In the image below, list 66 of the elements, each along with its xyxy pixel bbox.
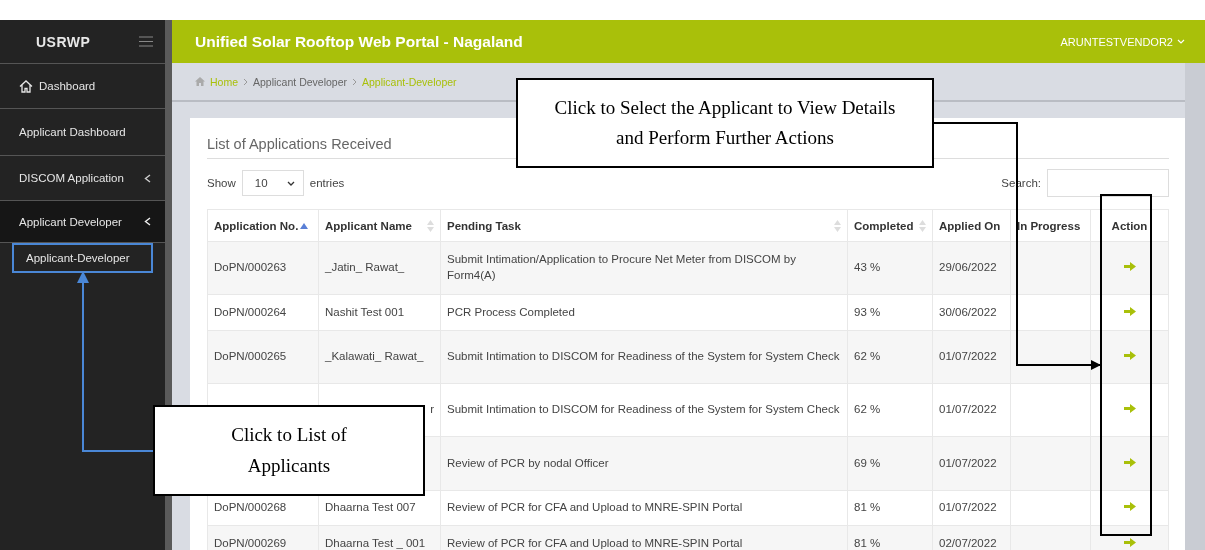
chevron-left-icon: [144, 173, 151, 183]
table-cell: DoPN/000265: [207, 330, 319, 384]
brand-name: USRWP: [36, 33, 91, 50]
search-field[interactable]: [1047, 169, 1169, 197]
arrow-right-icon[interactable]: [1123, 457, 1136, 467]
table-cell: DoPN/000264: [207, 294, 319, 331]
chevron-right-icon: [243, 77, 248, 86]
show-label: Show: [207, 177, 236, 189]
breadcrumb-link[interactable]: Applicant Developer: [253, 75, 347, 88]
entries-label: entries: [309, 177, 345, 189]
chevron-down-icon: [286, 180, 295, 186]
table-cell: Submit Intimation/Application to Procure Net Meter from DISCOM by Form4(A): [440, 241, 848, 295]
arrow-right-icon[interactable]: [1123, 306, 1136, 316]
table-cell: 30/06/2022: [932, 294, 1011, 331]
arrow-right-icon[interactable]: [1123, 262, 1136, 272]
column-header[interactable]: Completed: [847, 209, 933, 242]
home-icon: [195, 77, 205, 86]
table-cell: _Kalawati_ Rawat_: [318, 330, 441, 384]
table-cell: 01/07/2022: [932, 436, 1011, 491]
sort-icon[interactable]: [427, 219, 434, 232]
page-size-select[interactable]: 10: [241, 170, 304, 196]
table-cell: Review of PCR by nodal Officer: [440, 436, 848, 491]
column-header: In Progress: [1010, 209, 1091, 242]
table-cell: 43 %: [847, 241, 933, 295]
sort-icon[interactable]: [919, 219, 926, 232]
callout-box: Click to Select the Applicant to View Details and Perform Further Actions: [516, 78, 934, 168]
table-cell: 69 %: [847, 436, 933, 491]
home-icon: [19, 79, 33, 93]
column-header[interactable]: Applicant Name: [318, 209, 441, 242]
table-cell: Dhaarna Test _ 001: [318, 525, 441, 550]
table-cell: 01/07/2022: [932, 490, 1011, 526]
sidebar-item[interactable]: Applicant Developer: [0, 201, 165, 243]
arrow-right-icon[interactable]: [1123, 502, 1136, 512]
chevron-right-icon: [352, 77, 357, 86]
table-cell: Submit Intimation to DISCOM for Readiness of the System for System Check: [440, 330, 848, 384]
column-header: Action: [1090, 209, 1169, 242]
menu-icon[interactable]: [139, 36, 153, 47]
table-cell: Review of PCR for CFA and Upload to MNRE-SPIN Portal: [440, 525, 848, 550]
table-cell: 93 %: [847, 294, 933, 331]
table-cell: 81 %: [847, 490, 933, 526]
column-header: Applied On: [932, 209, 1011, 242]
portal-title: Unified Solar Rooftop Web Portal - Nagaland: [195, 32, 523, 51]
table-cell: 01/07/2022: [932, 330, 1011, 384]
table-cell: DoPN/000263: [207, 241, 319, 295]
table-cell: 01/07/2022: [932, 383, 1011, 437]
column-header[interactable]: Application No.: [207, 209, 319, 242]
table-cell: Nashit Test 001: [318, 294, 441, 331]
sort-ascending-icon[interactable]: [300, 221, 309, 230]
arrow-right-icon[interactable]: [1123, 351, 1136, 361]
table-cell: _Jatin_ Rawat_: [318, 241, 441, 295]
table-cell: Submit Intimation to DISCOM for Readiness of the System for System Check: [440, 383, 848, 437]
column-header[interactable]: Pending Task: [440, 209, 848, 242]
arrow-right-icon[interactable]: [1123, 404, 1136, 414]
sidebar-subitem[interactable]: Applicant-Developer: [12, 243, 153, 273]
arrow-right-icon[interactable]: [1123, 537, 1136, 547]
table-cell: Review of PCR for CFA and Upload to MNRE-SPIN Portal: [440, 490, 848, 526]
callout-box: Click to List of Applicants: [153, 405, 425, 496]
caret-icon: [1177, 39, 1185, 44]
table-cell: 62 %: [847, 330, 933, 384]
table-cell: 29/06/2022: [932, 241, 1011, 295]
scrollbar[interactable]: [1185, 63, 1205, 550]
table-cell: DoPN/000269: [207, 525, 319, 550]
chevron-down-icon: [144, 217, 151, 226]
sort-icon[interactable]: [834, 219, 841, 232]
table-cell: PCR Process Completed: [440, 294, 848, 331]
table-cell: 62 %: [847, 383, 933, 437]
